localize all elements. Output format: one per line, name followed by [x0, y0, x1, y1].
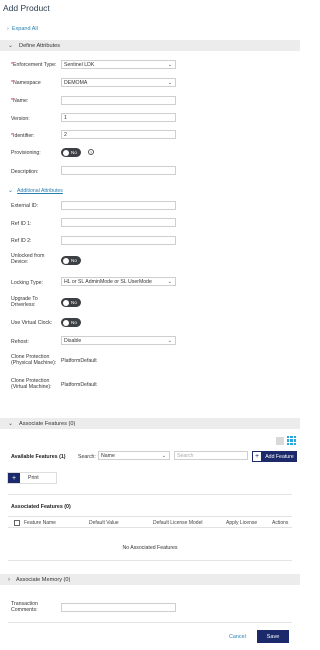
- version-label: Version:: [11, 116, 30, 122]
- chevron-down-icon: ⌄: [167, 61, 172, 68]
- locking-type-label: Locking Type:: [11, 280, 43, 286]
- associated-features-title: Associated Features (0): [11, 504, 71, 510]
- chevron-right-icon: ›: [8, 576, 10, 583]
- chevron-down-icon: ⌄: [8, 421, 14, 427]
- description-label: Description:: [11, 169, 39, 175]
- table-header: Feature Name Default Value Default Licen…: [8, 516, 292, 528]
- unlocked-label: Unlocked from Device:: [11, 253, 45, 265]
- clone-physical-value: PlatformDefault: [61, 358, 97, 364]
- upgrade-label: Upgrade To Driverless:: [11, 296, 38, 308]
- unlocked-toggle[interactable]: No: [61, 256, 81, 265]
- namespace-select[interactable]: DEMOMA ⌄: [61, 78, 176, 87]
- chevron-down-icon: ⌄: [167, 278, 172, 285]
- transaction-comments-label: Transaction Comments:: [11, 601, 38, 613]
- name-label: *Name:: [11, 98, 29, 104]
- chevron-down-icon: ⌄: [161, 452, 166, 459]
- expand-all-link[interactable]: › Expand All: [7, 26, 38, 32]
- additional-attributes-toggle[interactable]: ⌄ Additional Attributes: [8, 187, 63, 195]
- provisioning-toggle[interactable]: No: [61, 148, 81, 157]
- ref-id-2-label: Ref ID 2:: [11, 238, 32, 244]
- identifier-input[interactable]: 2: [61, 130, 176, 139]
- provisioning-label: Provisioning:: [11, 150, 41, 156]
- chevron-down-icon: ⌄: [167, 79, 172, 86]
- search-input[interactable]: Search: [174, 451, 248, 460]
- empty-table-message: No Associated Features: [122, 545, 178, 551]
- toggle-knob: [63, 149, 69, 156]
- additional-attributes-link[interactable]: Additional Attributes: [17, 188, 63, 194]
- print-button[interactable]: + Print: [7, 472, 57, 484]
- description-input[interactable]: [61, 166, 176, 175]
- plus-icon: +: [252, 451, 262, 462]
- toggle-knob: [63, 257, 69, 264]
- chevron-down-icon: ⌄: [167, 337, 172, 344]
- associate-memory-section-header[interactable]: › Associate Memory (0): [0, 574, 300, 585]
- page-title: Add Product: [3, 3, 50, 13]
- plus-icon: +: [8, 473, 20, 483]
- chevron-down-icon: ⌄: [8, 43, 14, 49]
- upgrade-toggle[interactable]: No: [61, 298, 81, 307]
- column-header[interactable]: Apply License: [226, 520, 257, 526]
- expand-all-label: Expand All: [11, 26, 38, 32]
- cancel-button[interactable]: Cancel: [229, 634, 246, 640]
- rehost-label: Rehost:: [11, 339, 29, 345]
- enforcement-type-label: *Enforcement Type:: [11, 62, 57, 68]
- namespace-label: *Namespace: [11, 80, 41, 86]
- available-features-title: Available Features (1): [11, 454, 66, 460]
- external-id-input[interactable]: [61, 201, 176, 210]
- name-input[interactable]: [61, 96, 176, 105]
- chevron-right-icon: ›: [7, 26, 9, 32]
- search-by-select[interactable]: Name ⌄: [98, 451, 170, 460]
- list-view-icon[interactable]: [276, 437, 284, 445]
- virtual-clock-toggle[interactable]: No: [61, 318, 81, 327]
- divider: [8, 494, 292, 495]
- clone-virtual-label: Clone Protection (Virtual Machine):: [11, 378, 52, 390]
- select-all-checkbox[interactable]: [14, 520, 20, 526]
- transaction-comments-input[interactable]: [61, 603, 176, 612]
- ref-id-2-input[interactable]: [61, 236, 176, 245]
- column-header[interactable]: Actions: [272, 520, 288, 526]
- section-title: Define Attributes: [19, 42, 61, 49]
- associate-features-section-header[interactable]: ⌄ Associate Features (0): [0, 418, 300, 429]
- add-feature-button[interactable]: + Add Feature: [252, 451, 297, 462]
- column-header[interactable]: Feature Name: [24, 520, 56, 526]
- clone-physical-label: Clone Protection (Physical Machine):: [11, 354, 57, 366]
- locking-type-select[interactable]: HL or SL AdminMode or SL UserMode ⌄: [61, 277, 176, 286]
- chevron-down-icon: ⌄: [8, 188, 14, 194]
- identifier-label: *Identifier:: [11, 133, 35, 139]
- section-title: Associate Features (0): [19, 420, 76, 427]
- column-header[interactable]: Default Value: [89, 520, 119, 526]
- virtual-clock-label: Use Virtual Clock:: [11, 320, 53, 326]
- grid-view-icon[interactable]: [287, 436, 296, 445]
- ref-id-1-label: Ref ID 1:: [11, 221, 32, 227]
- divider: [8, 560, 292, 561]
- enforcement-type-select[interactable]: Sentinel LDK ⌄: [61, 60, 176, 69]
- section-title: Associate Memory (0): [16, 576, 71, 583]
- save-button[interactable]: Save: [257, 630, 289, 643]
- rehost-select[interactable]: Disable ⌄: [61, 336, 176, 345]
- ref-id-1-input[interactable]: [61, 218, 176, 227]
- search-label: Search:: [78, 454, 96, 460]
- clone-virtual-value: PlatformDefault: [61, 382, 97, 388]
- define-attributes-section-header[interactable]: ⌄ Define Attributes: [0, 40, 300, 51]
- version-input[interactable]: 1: [61, 113, 176, 122]
- column-header[interactable]: Default License Model: [153, 520, 202, 526]
- toggle-knob: [63, 319, 69, 326]
- divider: [8, 622, 292, 623]
- external-id-label: External ID:: [11, 203, 39, 209]
- toggle-knob: [63, 299, 69, 306]
- help-icon[interactable]: ?: [88, 149, 94, 155]
